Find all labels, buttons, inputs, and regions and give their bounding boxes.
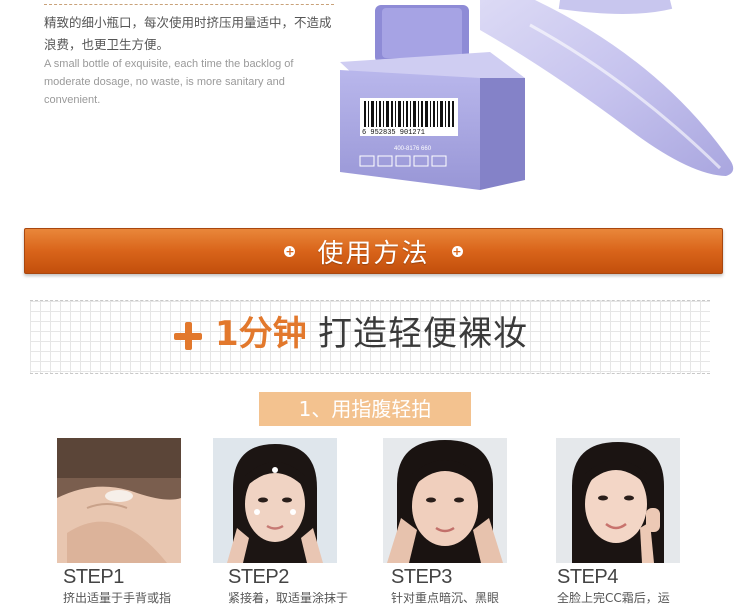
step2-description: 紧接着，取适量涂抹于 — [228, 592, 349, 604]
barcode-number: 6 952835 901271 — [362, 129, 425, 137]
step3-description: 针对重点暗沉、黑眼 — [391, 592, 500, 604]
step1-description: 挤出适量于手背或指 — [63, 592, 172, 604]
product-image: 6 952835 901271 400-8176 660 — [330, 0, 750, 210]
step1-title: STEP1 — [63, 566, 124, 588]
step2-title: STEP2 — [228, 566, 289, 588]
step4-description: 全脸上完CC霜后，运 — [557, 592, 670, 604]
plus-icon: + — [284, 244, 296, 258]
intro-english-text: A small bottle of exquisite, each time t… — [44, 58, 294, 106]
heading-time: 1分钟 — [215, 314, 307, 354]
intro-chinese-text: 精致的细小瓶口，每次使用时挤压用量适中，不造成浪费，也更卫生方便。 — [44, 15, 332, 52]
step1-photo — [57, 438, 181, 563]
banner-title: 使用方法 — [317, 238, 430, 269]
intro-divider — [44, 4, 334, 5]
plus-icon — [172, 320, 204, 352]
usage-method-banner: + 使用方法 + — [24, 228, 723, 274]
plus-icon: + — [451, 244, 463, 258]
step2-photo — [213, 438, 337, 563]
step3-photo — [383, 438, 507, 563]
hotline-number: 400-8176 660 — [394, 146, 432, 152]
step4-title: STEP4 — [557, 566, 618, 588]
step-section-label: 1、用指腹轻拍 — [259, 392, 471, 426]
heading-subtitle: 打造轻便裸妆 — [318, 314, 528, 354]
step4-photo — [556, 438, 680, 563]
step3-title: STEP3 — [391, 566, 452, 588]
